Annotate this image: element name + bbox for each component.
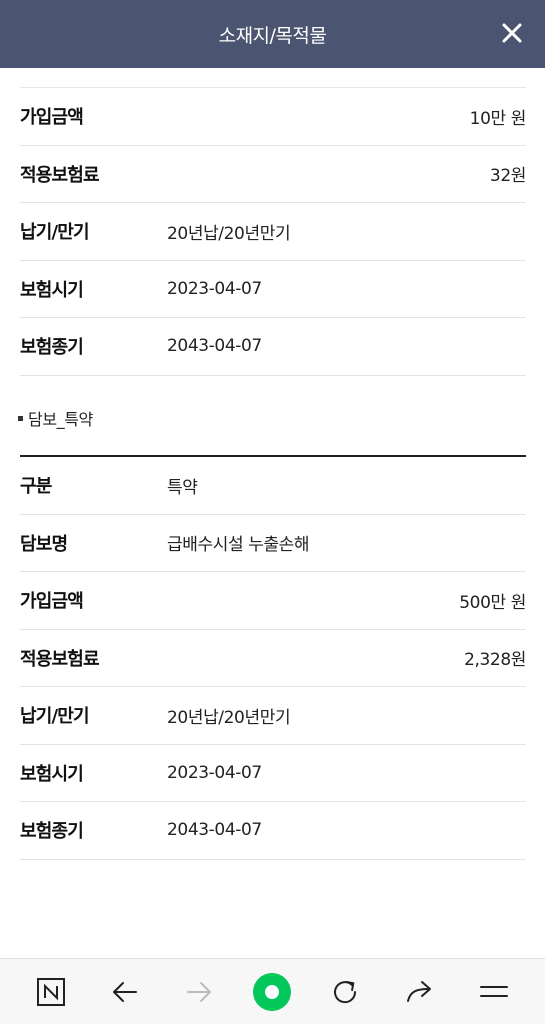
- row-value: 2,328원: [464, 650, 526, 671]
- close-icon[interactable]: [501, 22, 523, 44]
- table-row: 적용보험료 32원: [20, 146, 526, 203]
- row-value: 급배수시설 누출손해: [167, 535, 310, 556]
- row-value: 500만 원: [459, 592, 526, 613]
- row-value: 2023-04-07: [167, 762, 262, 783]
- row-value: 10만 원: [469, 108, 527, 129]
- row-label: 가입금액: [20, 107, 84, 129]
- table-row: 보험종기 2043-04-07: [20, 802, 526, 860]
- row-value: 2043-04-07: [167, 336, 262, 357]
- row-label: 보험시기: [20, 279, 84, 301]
- row-label: 담보명: [20, 533, 68, 555]
- row-label: 보험종기: [20, 821, 84, 843]
- table-row: 보험종기 2043-04-07: [20, 318, 526, 376]
- row-label: 납기/만기: [20, 706, 90, 728]
- coverage-table-2: 구분 특약 담보명 급배수시설 누출손해 가입금액 500만 원 적용보험료 2…: [20, 455, 526, 860]
- row-value: 20년납/20년만기: [167, 707, 291, 728]
- row-value: 특약: [167, 477, 198, 498]
- refresh-icon[interactable]: [324, 970, 368, 1014]
- share-icon[interactable]: [398, 970, 442, 1014]
- bullet-icon: [18, 415, 23, 421]
- page-title: 소재지/목적물: [218, 24, 327, 47]
- forward-arrow-icon[interactable]: [177, 970, 221, 1014]
- browser-bottom-toolbar: [0, 958, 545, 1024]
- table-row: 보험시기 2023-04-07: [20, 745, 526, 802]
- coverage-table-1: 가입금액 10만 원 적용보험료 32원 납기/만기 20년납/20년만기 보험…: [20, 88, 526, 376]
- content-area[interactable]: 가입금액 10만 원 적용보험료 32원 납기/만기 20년납/20년만기 보험…: [0, 68, 545, 958]
- header-bar: 소재지/목적물: [0, 0, 545, 68]
- table-row: 납기/만기 20년납/20년만기: [20, 687, 526, 745]
- row-label: 보험시기: [20, 763, 84, 785]
- row-label: 보험종기: [20, 337, 84, 359]
- row-value: 32원: [489, 166, 526, 187]
- table-row: 담보명 급배수시설 누출손해: [20, 515, 526, 572]
- section-title-text: 담보_특약: [28, 410, 93, 429]
- section-title: 담보_특약: [18, 406, 93, 430]
- table-row: 적용보험료 2,328원: [20, 630, 526, 687]
- row-label: 적용보험료: [20, 164, 100, 186]
- row-value: 2023-04-07: [167, 278, 262, 299]
- table-row: 보험시기 2023-04-07: [20, 261, 526, 318]
- row-label: 적용보험료: [20, 648, 100, 670]
- naver-home-icon[interactable]: [29, 970, 73, 1014]
- table-row: 가입금액 500만 원: [20, 572, 526, 630]
- row-value: 2043-04-07: [167, 820, 262, 841]
- table-row: 가입금액 10만 원: [20, 88, 526, 146]
- menu-icon[interactable]: [472, 970, 516, 1014]
- row-value: 20년납/20년만기: [167, 223, 291, 244]
- row-label: 납기/만기: [20, 222, 90, 244]
- row-label: 가입금액: [20, 591, 84, 613]
- table-row-partial: [20, 68, 526, 88]
- row-label: 구분: [20, 476, 52, 498]
- back-arrow-icon[interactable]: [103, 970, 147, 1014]
- green-dot-icon[interactable]: [250, 970, 294, 1014]
- table-row: 납기/만기 20년납/20년만기: [20, 203, 526, 261]
- table-row: 구분 특약: [20, 457, 526, 515]
